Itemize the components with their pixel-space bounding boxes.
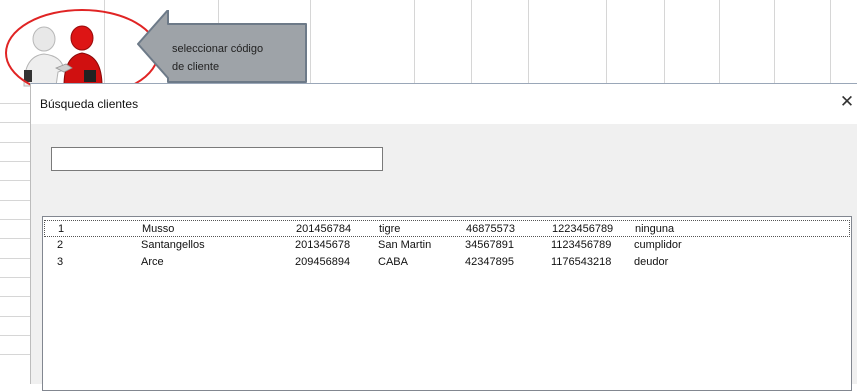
grid-line [0,258,30,259]
client-status-cell: cumplidor [634,239,682,251]
grid-line [0,354,30,355]
list-item[interactable]: 2 Santangellos 201345678 San Martin 34567891… [44,237,850,254]
grid-line [606,0,607,92]
grid-line [471,0,472,92]
grid-line [0,161,30,162]
client-city-cell: San Martin [378,239,432,251]
grid-line [0,335,30,336]
grid-line [774,0,775,92]
callout-line-1: seleccionar código [172,43,264,55]
dialog-titlebar: Búsqueda clientes ✕ [31,84,857,124]
client-name-cell: Musso [142,223,175,235]
client-id-cell: 1 [58,223,65,235]
client-id-cell: 3 [57,256,64,268]
grid-line [664,0,665,92]
list-item[interactable]: 1 Musso 201456784 tigre 46875573 1223456789 ni… [44,220,850,237]
client-status-cell: deudor [634,256,669,268]
grid-line [0,142,30,143]
client-other-cell: 1223456789 [552,223,614,235]
list-item[interactable]: 3 Arce 209456894 CABA 42347895 1176543218 deud… [44,254,850,271]
client-status-cell: ninguna [635,223,675,235]
client-phone-cell: 46875573 [466,223,515,235]
client-search-dialog: Búsqueda clientes ✕ 1 Musso 201456784 tigre… [30,83,857,391]
client-city-cell: CABA [378,256,408,268]
grid-line [528,0,529,92]
dialog-title: Búsqueda clientes [40,97,139,111]
client-name-cell: Santangellos [141,239,205,251]
client-id-cell: 2 [57,239,64,251]
client-phone-cell: 42347895 [465,256,514,268]
grid-line [0,103,30,104]
grid-line [0,316,30,317]
client-code-cell: 209456894 [295,256,351,268]
grid-line [0,122,30,123]
client-other-cell: 1123456789 [551,239,612,251]
grid-line [0,219,30,220]
grid-line [719,0,720,92]
client-name-cell: Arce [141,256,164,268]
client-code-cell: 201345678 [295,239,351,251]
client-listbox[interactable]: 1 Musso 201456784 tigre 46875573 1223456789 ni… [42,216,852,391]
callout-line-2: de cliente [172,61,220,73]
grid-line [0,180,30,181]
grid-line [0,238,30,239]
close-icon: ✕ [839,92,855,111]
grid-line [0,277,30,278]
client-code-cell: 201456784 [296,223,352,235]
grid-line [0,296,30,297]
search-input[interactable] [51,147,383,171]
close-button[interactable]: ✕ [838,92,856,112]
grid-line [830,0,831,92]
callout-text: seleccionar código de cliente [172,40,306,76]
client-phone-cell: 34567891 [465,239,514,251]
client-other-cell: 1176543218 [551,256,612,268]
grid-line [414,0,415,92]
grid-line [0,200,30,201]
client-city-cell: tigre [379,223,401,235]
